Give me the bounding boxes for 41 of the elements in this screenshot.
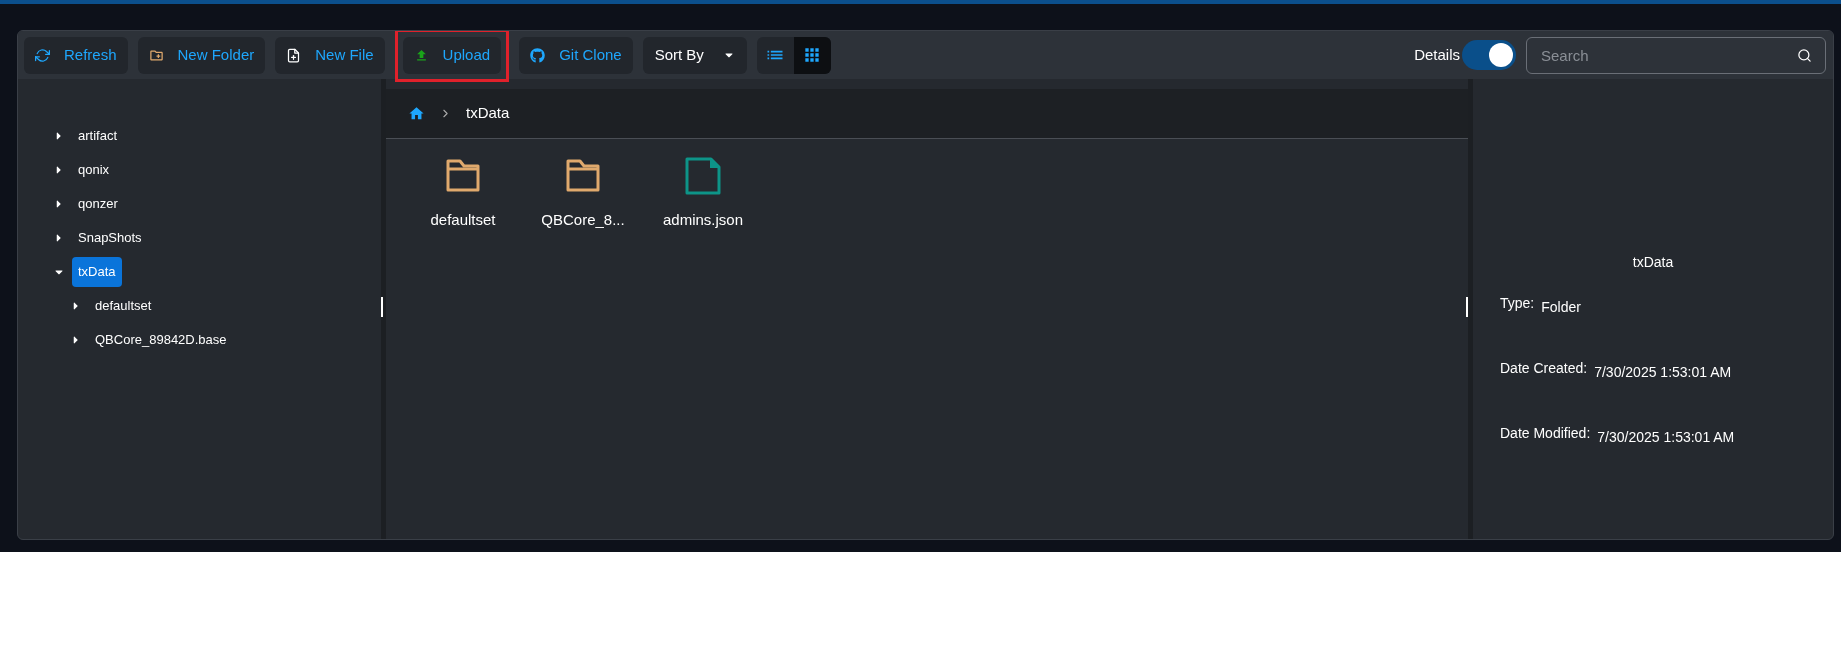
resize-handle[interactable] bbox=[381, 297, 383, 317]
grid-view-button[interactable] bbox=[793, 36, 831, 74]
file-icon bbox=[684, 157, 722, 195]
file-name: admins.json bbox=[662, 210, 743, 230]
file-name: defaultset bbox=[430, 210, 496, 230]
tree-item[interactable]: txData bbox=[72, 257, 122, 287]
field-label: Type: bbox=[1500, 294, 1535, 313]
sort-dropdown[interactable]: Sort By bbox=[642, 36, 747, 74]
new-folder-button[interactable]: New Folder bbox=[137, 36, 266, 74]
tree-item[interactable]: artifact bbox=[72, 121, 123, 151]
resize-handle[interactable] bbox=[1466, 297, 1468, 317]
details-switch[interactable] bbox=[1462, 40, 1516, 70]
git-clone-button[interactable]: Git Clone bbox=[519, 36, 633, 74]
folder-item[interactable]: QBCore_8... bbox=[531, 157, 635, 232]
file-plus-icon bbox=[286, 47, 302, 63]
field-label: Date Modified: bbox=[1500, 424, 1591, 443]
tree-item[interactable]: defaultset bbox=[89, 291, 158, 321]
tree-item[interactable]: qonzer bbox=[72, 189, 124, 219]
tree-item[interactable]: qonix bbox=[72, 155, 116, 185]
github-icon bbox=[530, 47, 546, 63]
refresh-icon bbox=[35, 47, 50, 63]
field-label: Date Created: bbox=[1500, 359, 1588, 378]
file-item[interactable]: admins.json bbox=[651, 157, 755, 232]
refresh-button[interactable]: Refresh bbox=[24, 36, 128, 74]
new-file-button[interactable]: New File bbox=[275, 36, 385, 74]
field-value: 7/30/2025 1:53:01 AM bbox=[1597, 428, 1735, 447]
details-label: Details bbox=[1414, 44, 1460, 65]
folder-icon bbox=[444, 157, 482, 195]
search-icon bbox=[1797, 47, 1812, 63]
breadcrumb-item[interactable]: txData bbox=[466, 102, 510, 125]
upload-button[interactable]: Upload bbox=[402, 36, 502, 74]
tree-item[interactable]: SnapShots bbox=[72, 223, 148, 253]
search-field[interactable]: Search bbox=[1526, 36, 1826, 74]
folder-icon bbox=[564, 157, 602, 195]
folder-item[interactable]: defaultset bbox=[411, 157, 515, 232]
field-value: Folder bbox=[1541, 298, 1581, 317]
tree-item[interactable]: QBCore_89842D.base bbox=[89, 325, 233, 355]
details-title: txData bbox=[1632, 253, 1674, 272]
field-value: 7/30/2025 1:53:01 AM bbox=[1594, 363, 1732, 382]
file-name: QBCore_8... bbox=[541, 210, 625, 230]
home-icon[interactable] bbox=[408, 105, 425, 122]
